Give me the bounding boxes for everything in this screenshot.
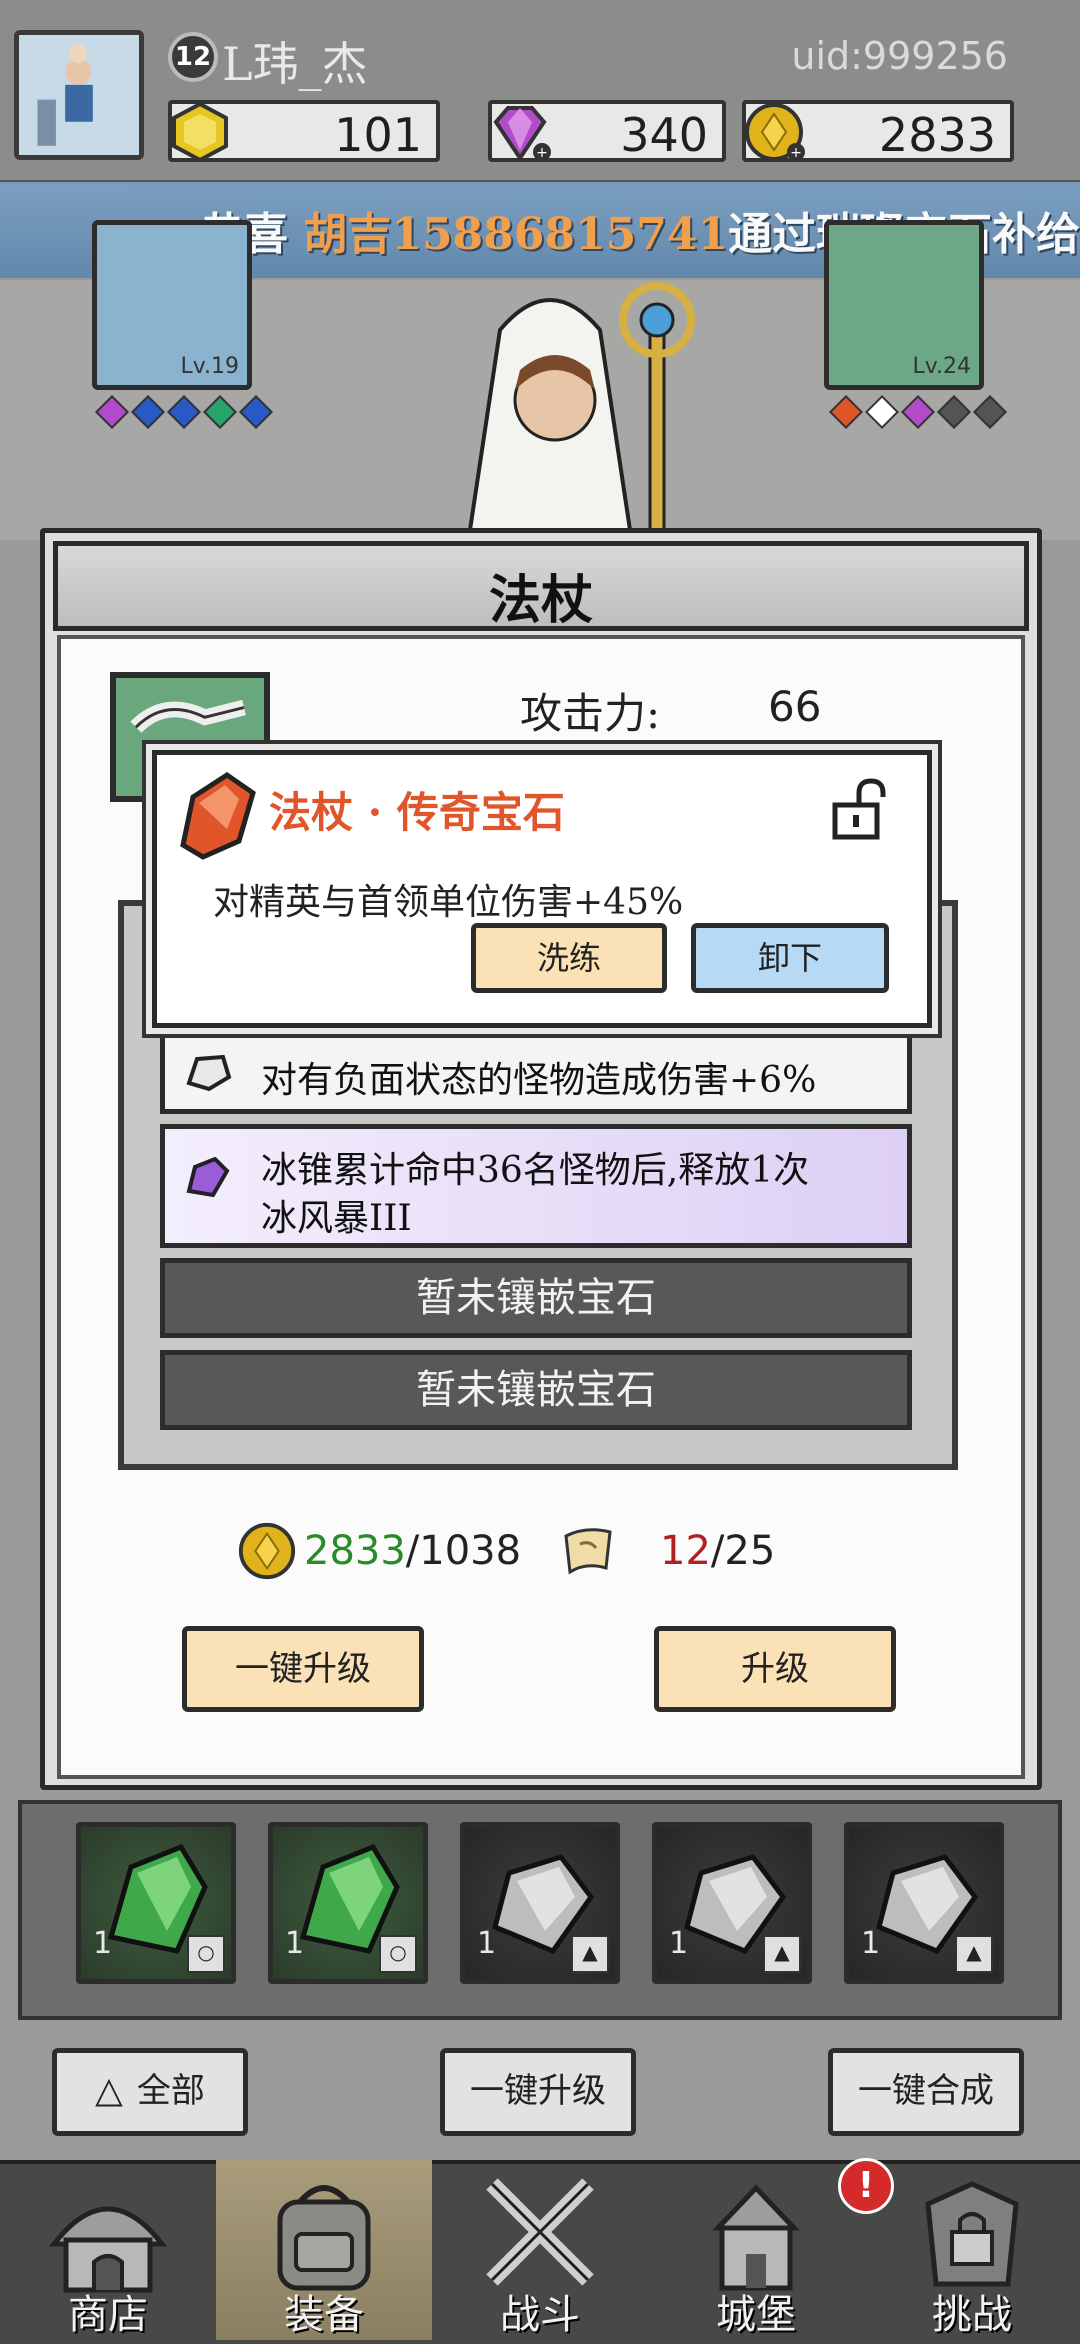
coin-cost: 2833/1038 xyxy=(304,1528,521,1574)
player-name: L玮_杰 xyxy=(222,37,368,91)
popup-title: 法杖 · 传奇宝石 xyxy=(269,788,565,837)
nav-challenge-label: 挑战 xyxy=(932,2292,1012,2338)
gold-gem-value: 101 xyxy=(334,108,422,162)
upgrade-button[interactable]: 升级 xyxy=(654,1626,896,1712)
gem-slot-2-text-line1: 冰锥累计命中36名怪物后,释放1次 xyxy=(261,1150,810,1191)
one-key-upgrade-button[interactable]: 一键升级 xyxy=(182,1626,424,1712)
nav-challenge[interactable]: 挑战 xyxy=(864,2160,1080,2340)
inventory-slot[interactable]: 1 ▲ xyxy=(460,1822,620,1984)
avatar-photo-icon xyxy=(19,35,139,155)
gem-slot-4-empty[interactable]: 暂未镶嵌宝石 xyxy=(160,1350,912,1430)
nav-castle[interactable]: 城堡 xyxy=(648,2160,864,2340)
diamond-value: 340 xyxy=(620,108,708,162)
locked-armor-icon xyxy=(925,2181,1019,2287)
inventory-count: 1 xyxy=(861,1926,881,1961)
ring-tag-icon: ○ xyxy=(187,1935,225,1973)
nav-equip-label: 装备 xyxy=(284,2292,364,2338)
svg-text:+: + xyxy=(536,145,548,161)
ring-tag-icon: ○ xyxy=(379,1935,417,1973)
white-gem-icon xyxy=(186,1054,232,1092)
inventory-slot[interactable]: 1 ○ xyxy=(76,1822,236,1984)
inventory-count: 1 xyxy=(669,1926,689,1961)
filter-all-button[interactable]: △ 全部 xyxy=(52,2048,248,2136)
shop-hut-icon xyxy=(48,2206,168,2293)
coin-cost-icon xyxy=(238,1522,296,1580)
scroll-cost: 12/25 xyxy=(660,1528,775,1574)
coin-counter[interactable]: + 2833 xyxy=(742,100,1014,162)
avatar[interactable] xyxy=(14,30,144,160)
unlock-icon[interactable] xyxy=(825,775,895,845)
diamond-counter[interactable]: + 340 xyxy=(488,100,726,162)
castle-alert-badge: ! xyxy=(838,2158,894,2214)
armor-tag-icon: ▲ xyxy=(955,1935,993,1973)
nav-castle-label: 城堡 xyxy=(716,2292,796,2338)
helmet-gem-row xyxy=(94,395,274,430)
player-uid: uid:999256 xyxy=(791,34,1008,78)
svg-text:+: + xyxy=(790,145,802,161)
orange-gem-icon xyxy=(180,771,256,860)
remove-button[interactable]: 卸下 xyxy=(691,923,889,993)
inventory-slot[interactable]: 1 ▲ xyxy=(652,1822,812,1984)
nav-equip[interactable]: 装备 xyxy=(216,2160,432,2340)
nav-battle[interactable]: 战斗 xyxy=(432,2160,648,2340)
modal-title: 法杖 xyxy=(488,570,593,631)
helmet-slot[interactable]: Lv.19 xyxy=(92,220,252,390)
inventory-slot[interactable]: 1 ▲ xyxy=(844,1822,1004,1984)
armor-tag-icon: ▲ xyxy=(763,1935,801,1973)
modal-title-bar: 法杖 xyxy=(53,541,1029,631)
top-bar: 12 L玮_杰 uid:999256 101 + 340 + 2833 xyxy=(0,0,1080,184)
weapon-gem-row xyxy=(828,395,1008,430)
weapon-level: Lv.24 xyxy=(912,354,971,379)
legendary-gem-popup: 法杖 · 传奇宝石 对精英与首领单位伤害+45% 洗练 卸下 xyxy=(152,750,932,1028)
reforge-button[interactable]: 洗练 xyxy=(471,923,667,993)
gem-slot-1[interactable]: 对有负面状态的怪物造成伤害+6% xyxy=(160,1030,912,1114)
triangle-filter-icon: △ xyxy=(95,2070,123,2111)
ticker-player-name: 胡吉15886815741 xyxy=(303,209,729,260)
attack-value: 66 xyxy=(768,682,822,731)
level-badge: 12 xyxy=(168,32,218,82)
purple-diamond-icon: + xyxy=(493,106,551,162)
armor-tag-icon: ▲ xyxy=(571,1935,609,1973)
inventory-count: 1 xyxy=(477,1926,497,1961)
coin-cost-have: 2833 xyxy=(304,1528,406,1574)
popup-description: 对精英与首领单位伤害+45% xyxy=(213,882,684,923)
helmet-level: Lv.19 xyxy=(180,354,239,379)
bulk-upgrade-button[interactable]: 一键升级 xyxy=(440,2048,636,2136)
bulk-merge-button[interactable]: 一键合成 xyxy=(828,2048,1024,2136)
coin-value: 2833 xyxy=(878,108,996,162)
scroll-icon xyxy=(564,1528,612,1575)
gold-gem-counter: 101 xyxy=(168,100,440,163)
scroll-cost-need: /25 xyxy=(710,1528,776,1574)
nav-shop-label: 商店 xyxy=(68,2292,148,2338)
coin-cost-need: /1038 xyxy=(405,1528,522,1574)
nav-battle-label: 战斗 xyxy=(500,2292,580,2338)
gold-coin-icon: + xyxy=(745,103,805,161)
weapon-slot[interactable]: Lv.24 xyxy=(824,220,984,390)
inventory-count: 1 xyxy=(285,1926,305,1961)
gem-slot-2-text-line2: 冰风暴III xyxy=(261,1198,412,1239)
gem-slot-3-empty[interactable]: 暂未镶嵌宝石 xyxy=(160,1258,912,1338)
gem-slot-1-text: 对有负面状态的怪物造成伤害+6% xyxy=(261,1060,817,1101)
gem-slot-2[interactable]: 冰锥累计命中36名怪物后,释放1次 冰风暴III xyxy=(160,1124,912,1248)
hero-character-icon xyxy=(467,282,695,530)
crossed-swords-icon xyxy=(486,2178,594,2286)
attack-label: 攻击力: xyxy=(520,689,661,738)
nav-shop[interactable]: 商店 xyxy=(0,2160,216,2340)
gold-hexagon-icon xyxy=(172,101,228,163)
inventory-slot[interactable]: 1 ○ xyxy=(268,1822,428,1984)
scroll-cost-have: 12 xyxy=(660,1528,711,1574)
inventory-count: 1 xyxy=(93,1926,113,1961)
filter-all-label: 全部 xyxy=(136,2071,205,2111)
backpack-icon xyxy=(277,2185,371,2291)
castle-icon xyxy=(712,2184,800,2291)
purple-gem-icon xyxy=(186,1157,230,1197)
